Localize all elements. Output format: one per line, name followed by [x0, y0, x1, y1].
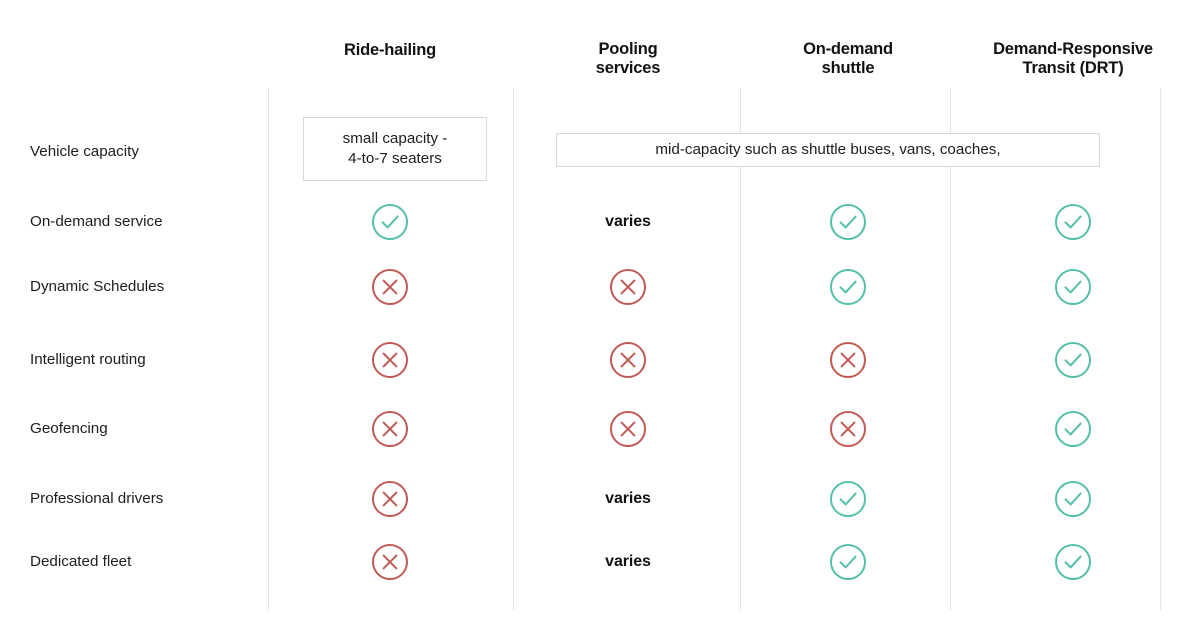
cell-on-demand-service-pooling: varies [583, 200, 673, 244]
row-label-6: Dedicated fleet [30, 553, 132, 570]
cell-dynamic-schedules-pooling [583, 265, 673, 309]
varies-label: varies [605, 490, 651, 507]
cell-dedicated-fleet-shuttle [803, 540, 893, 584]
row-label-4: Geofencing [30, 420, 108, 437]
row-label-0: Vehicle capacity [30, 143, 139, 160]
cell-intelligent-routing-pooling [583, 338, 673, 382]
cell-dynamic-schedules-ride_hailing [345, 265, 435, 309]
check-circle-icon [1054, 480, 1092, 518]
capacity-text-line2: 4-to-7 seaters [348, 150, 442, 167]
row-label-5: Professional drivers [30, 490, 164, 507]
check-circle-icon [1054, 268, 1092, 306]
cell-geofencing-shuttle [803, 407, 893, 451]
varies-label: varies [605, 213, 651, 230]
cross-circle-icon [371, 410, 409, 448]
column-header-pooling: Pooling services [513, 40, 743, 79]
row-label-1: On-demand service [30, 213, 163, 230]
cross-circle-icon [829, 341, 867, 379]
cross-circle-icon [609, 341, 647, 379]
cell-professional-drivers-ride_hailing [345, 477, 435, 521]
cell-dynamic-schedules-shuttle [803, 265, 893, 309]
cell-on-demand-service-shuttle [803, 200, 893, 244]
cross-circle-icon [829, 410, 867, 448]
cross-circle-icon [371, 268, 409, 306]
row-label-3: Intelligent routing [30, 351, 146, 368]
varies-label: varies [605, 553, 651, 570]
cross-circle-icon [371, 480, 409, 518]
column-header-line1: Demand-Responsive [993, 40, 1153, 58]
column-header-line2: Transit (DRT) [1022, 59, 1124, 78]
capacity-box-mid: mid-capacity such as shuttle buses, vans… [556, 133, 1100, 167]
column-header-ride_hailing: Ride-hailing [275, 41, 505, 60]
column-divider-4 [1160, 88, 1161, 610]
cell-intelligent-routing-drt [1028, 338, 1118, 382]
cross-circle-icon [609, 410, 647, 448]
check-circle-icon [829, 543, 867, 581]
cell-geofencing-pooling [583, 407, 673, 451]
cell-professional-drivers-shuttle [803, 477, 893, 521]
cell-on-demand-service-drt [1028, 200, 1118, 244]
column-header-line2: services [595, 59, 661, 78]
check-circle-icon [829, 480, 867, 518]
cell-professional-drivers-pooling: varies [583, 477, 673, 521]
capacity-text: small capacity - 4-to-7 seaters [343, 129, 448, 169]
check-circle-icon [829, 203, 867, 241]
capacity-box-small: small capacity - 4-to-7 seaters [303, 117, 487, 181]
cross-circle-icon [371, 341, 409, 379]
cell-intelligent-routing-ride_hailing [345, 338, 435, 382]
check-circle-icon [1054, 203, 1092, 241]
cell-dynamic-schedules-drt [1028, 265, 1118, 309]
capacity-text-line1: small capacity - [342, 130, 448, 148]
column-header-line1: On-demand [803, 40, 893, 58]
cell-geofencing-ride_hailing [345, 407, 435, 451]
check-circle-icon [371, 203, 409, 241]
cell-dedicated-fleet-ride_hailing [345, 540, 435, 584]
column-header-line1: Ride-hailing [343, 41, 437, 59]
cell-on-demand-service-ride_hailing [345, 200, 435, 244]
check-circle-icon [1054, 341, 1092, 379]
column-header-line2: shuttle [821, 59, 875, 78]
column-header-drt: Demand-Responsive Transit (DRT) [958, 40, 1188, 79]
row-label-2: Dynamic Schedules [30, 278, 165, 295]
check-circle-icon [829, 268, 867, 306]
cross-circle-icon [371, 543, 409, 581]
column-divider-0 [268, 88, 269, 610]
capacity-text: mid-capacity such as shuttle buses, vans… [655, 141, 1001, 159]
cell-geofencing-drt [1028, 407, 1118, 451]
column-header-line1: Pooling [598, 40, 658, 58]
column-divider-1 [513, 88, 514, 610]
cross-circle-icon [609, 268, 647, 306]
cell-dedicated-fleet-drt [1028, 540, 1118, 584]
check-circle-icon [1054, 410, 1092, 448]
comparison-table: Ride-hailing Pooling services On-demand shut… [0, 0, 1200, 625]
column-header-shuttle: On-demand shuttle [733, 40, 963, 79]
cell-intelligent-routing-shuttle [803, 338, 893, 382]
cell-dedicated-fleet-pooling: varies [583, 540, 673, 584]
check-circle-icon [1054, 543, 1092, 581]
cell-professional-drivers-drt [1028, 477, 1118, 521]
